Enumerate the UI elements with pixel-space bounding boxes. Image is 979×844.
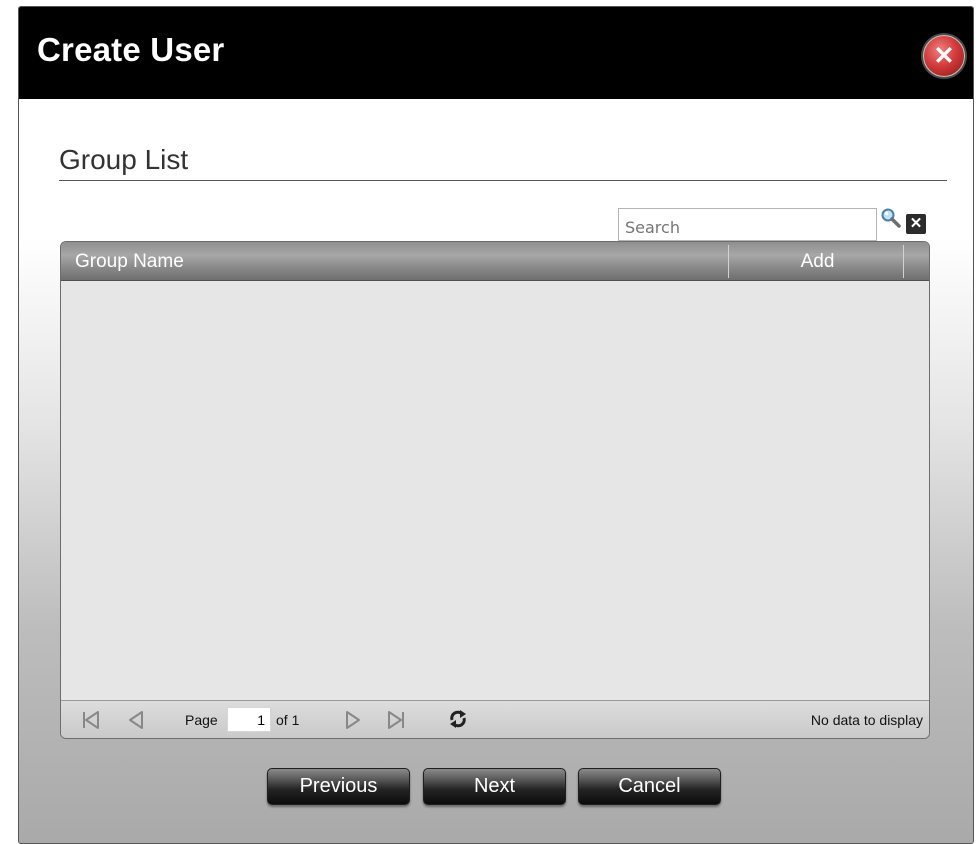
cancel-button[interactable]: Cancel [578, 768, 721, 805]
column-header-group-name[interactable]: Group Name [75, 251, 184, 273]
section-divider [59, 180, 947, 181]
column-header-add[interactable]: Add [731, 251, 904, 273]
page-count-label: of 1 [276, 712, 300, 728]
refresh-icon[interactable] [447, 708, 469, 730]
column-divider[interactable] [728, 245, 729, 278]
pagination-bar: Page of 1 No data to display [61, 700, 929, 738]
close-icon[interactable]: ✕ [923, 35, 965, 77]
last-page-icon[interactable] [386, 710, 406, 730]
previous-button[interactable]: Previous [267, 768, 410, 805]
section-title: Group List [59, 144, 189, 175]
group-list-grid: Group Name Add Page of 1 [60, 241, 930, 739]
search-input[interactable] [618, 208, 877, 241]
previous-page-icon[interactable] [127, 710, 145, 730]
column-divider[interactable] [903, 245, 904, 278]
search-icon[interactable] [880, 207, 902, 229]
page-label: Page [185, 712, 218, 728]
dialog-titlebar: Create User ✕ [19, 7, 973, 99]
grid-header: Group Name Add [61, 242, 929, 281]
next-page-icon[interactable] [344, 710, 362, 730]
grid-status-text: No data to display [810, 712, 923, 728]
create-user-dialog: Create User ✕ Group List ✕ Group Name Ad… [18, 6, 974, 844]
dialog-title: Create User [37, 31, 225, 68]
next-button[interactable]: Next [423, 768, 566, 805]
page-number-input[interactable] [227, 707, 271, 732]
clear-search-icon[interactable]: ✕ [906, 214, 926, 234]
first-page-icon[interactable] [81, 710, 101, 730]
grid-body [61, 281, 929, 701]
